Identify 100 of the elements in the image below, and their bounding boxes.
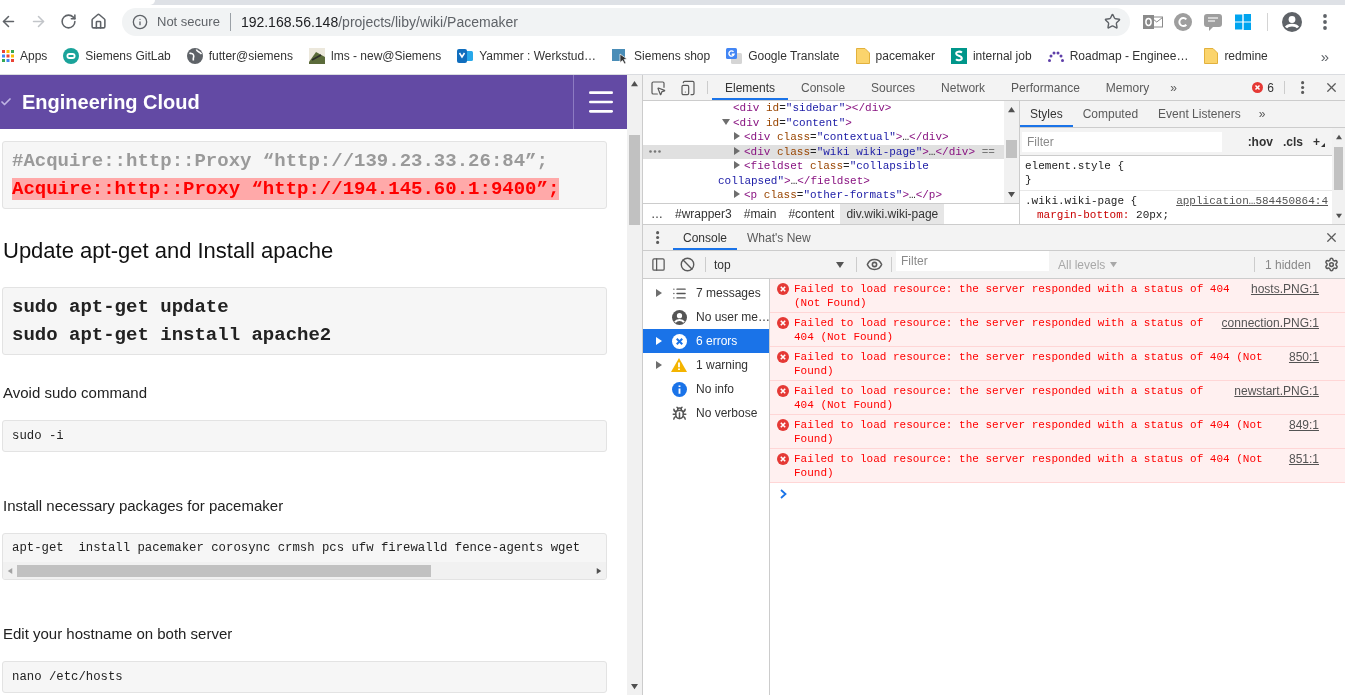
error-icon (777, 317, 789, 329)
dom-scrollbar[interactable] (1004, 101, 1019, 203)
dom-node[interactable]: <div class="contextual">…</div> (643, 130, 1004, 145)
scrollbar-thumb[interactable] (17, 564, 431, 577)
home-icon (89, 13, 107, 30)
panel-tab[interactable]: Performance (998, 75, 1093, 100)
styles-tab[interactable]: Computed (1072, 101, 1149, 127)
sidebar-toggle-icon (650, 257, 666, 272)
console-filter-field[interactable]: Filter (896, 251, 1049, 271)
caret-down-icon[interactable] (722, 117, 730, 126)
bookmark[interactable]: Siemens shop (604, 42, 719, 70)
bookmark[interactable]: pacemaker (847, 42, 943, 70)
caret-right-icon[interactable] (733, 161, 741, 169)
console-sidebar-item[interactable]: No info (643, 377, 769, 401)
scroll-right-icon[interactable] (596, 567, 602, 574)
scrollbar-thumb[interactable] (1334, 147, 1343, 190)
hidden-count: 1 hidden (1264, 257, 1311, 272)
scroll-up-icon[interactable] (1335, 133, 1342, 140)
page-scrollbar[interactable] (627, 75, 642, 695)
breadcrumb[interactable]: #main (737, 204, 783, 224)
reload-icon (59, 13, 77, 30)
scroll-down-icon[interactable] (1335, 212, 1342, 219)
bookmark[interactable]: lms - new@Siemens (300, 42, 450, 70)
console-sidebar-item[interactable]: 7 messages (643, 281, 769, 305)
source-link[interactable]: application…584450864:4 (1176, 194, 1328, 208)
error-counter[interactable]: 6 (1246, 75, 1280, 100)
prompt-chevron-icon[interactable] (780, 489, 787, 499)
console-sidebar-item[interactable]: No verbose (643, 401, 769, 425)
scroll-up-icon[interactable] (1008, 106, 1015, 113)
breadcrumb[interactable]: … (645, 204, 669, 224)
bookmark[interactable]: internal job (942, 42, 1040, 70)
info-icon[interactable] (132, 13, 148, 30)
caret-right-icon[interactable] (655, 361, 663, 369)
ellipsis-icon[interactable] (649, 150, 661, 154)
source-link[interactable]: newstart.PNG:1 (1234, 384, 1319, 398)
dom-node[interactable]: <p class="other-formats">…</p> (643, 188, 1004, 203)
info-icon (671, 381, 687, 397)
caret-right-icon[interactable] (655, 289, 663, 297)
more-tabs-button[interactable]: » (1162, 75, 1185, 100)
styles-button[interactable]: :hov (1242, 134, 1278, 149)
styles-scrollbar[interactable] (1332, 128, 1345, 224)
scrollbar-thumb[interactable] (1006, 140, 1017, 158)
bookmark[interactable]: futter@siemens (178, 42, 301, 70)
caret-right-icon[interactable] (733, 190, 741, 198)
code-line: sudo apt-get update (12, 296, 229, 318)
code-line: sudo -i (12, 429, 64, 443)
bookmark[interactable]: Google Translate (718, 42, 848, 70)
console-sidebar-item[interactable]: 6 errors (643, 329, 769, 353)
bookmark[interactable]: Roadmap - Enginee… (1039, 42, 1197, 70)
caret-right-icon[interactable] (655, 337, 663, 345)
bookmark[interactable]: Apps (0, 42, 56, 70)
panel-tab[interactable]: Memory (1092, 75, 1163, 100)
dom-node[interactable]: <fieldset class="collapsible collapsed">…</fieldset> (643, 159, 1004, 188)
panel-tab[interactable]: Network (928, 75, 999, 100)
dom-node[interactable]: <div id="content"> (643, 115, 1004, 130)
folder-icon (1204, 48, 1219, 64)
caret-right-icon[interactable] (733, 132, 741, 140)
bookmark[interactable]: redmine (1196, 42, 1276, 70)
cursor-square-icon (612, 48, 629, 64)
panel-tab[interactable]: Console (788, 75, 859, 100)
panel-tab[interactable]: Elements (712, 75, 789, 100)
source-link[interactable]: connection.PNG:1 (1221, 316, 1319, 330)
scrollbar-thumb[interactable] (629, 135, 640, 225)
error-icon (777, 351, 789, 363)
console-sidebar-item[interactable]: No user me… (643, 305, 769, 329)
dom-node[interactable]: <div id="sidebar"></div> (643, 101, 1004, 116)
scroll-down-icon[interactable] (1008, 191, 1015, 198)
brand-title: Engineering Cloud (22, 90, 200, 114)
more-tabs-button[interactable]: » (1250, 101, 1274, 127)
styles-button[interactable]: .cls (1277, 134, 1308, 149)
panel-tab[interactable]: Sources (858, 75, 929, 100)
source-link[interactable]: hosts.PNG:1 (1250, 282, 1319, 296)
console-sidebar-item[interactable]: 1 warning (643, 353, 769, 377)
error-icon (671, 333, 687, 349)
breadcrumb[interactable]: div.wiki.wiki-page (840, 204, 945, 224)
address-bar[interactable]: Not secure 192.168.56.148/projects/liby/wiki/Pacemaker (122, 7, 1130, 36)
caret-right-icon[interactable] (733, 146, 741, 155)
star-icon[interactable] (1104, 13, 1121, 30)
scroll-down-icon[interactable] (631, 683, 638, 690)
horizontal-scrollbar[interactable] (3, 562, 606, 579)
bookmark[interactable]: Siemens GitLab (55, 42, 179, 70)
dom-node[interactable]: <div class="wiki wiki-page">…</div> == (643, 144, 1004, 159)
scroll-up-icon[interactable] (631, 80, 638, 87)
more-icon (1301, 81, 1305, 94)
styles-tab[interactable]: Event Listeners (1148, 101, 1251, 127)
source-link[interactable]: 851:1 (1288, 452, 1319, 466)
breadcrumb[interactable]: #content (782, 204, 841, 224)
breadcrumb[interactable]: #wrapper3 (669, 204, 738, 224)
source-link[interactable]: 850:1 (1288, 350, 1319, 364)
code-line: apt-get install pacemaker corosync crmsh pcs ufw firewalld fence-agents wget (12, 541, 581, 555)
source-link[interactable]: 849:1 (1288, 418, 1319, 432)
styles-filter-field[interactable]: Filter (1022, 131, 1222, 152)
drawer-tab[interactable]: What's New (737, 225, 821, 250)
speech-bubble-icon (1204, 12, 1222, 31)
square-logo-icon (457, 48, 474, 64)
styles-button[interactable]: + (1308, 134, 1330, 149)
bookmark[interactable]: Yammer : Werkstud… (449, 42, 605, 70)
context-select[interactable]: top (710, 253, 852, 276)
bookmarks-overflow-button[interactable]: » (1316, 47, 1333, 65)
message-text: Failed to load resource: the server responded with a status of 404 (Not Found) (794, 350, 1264, 378)
